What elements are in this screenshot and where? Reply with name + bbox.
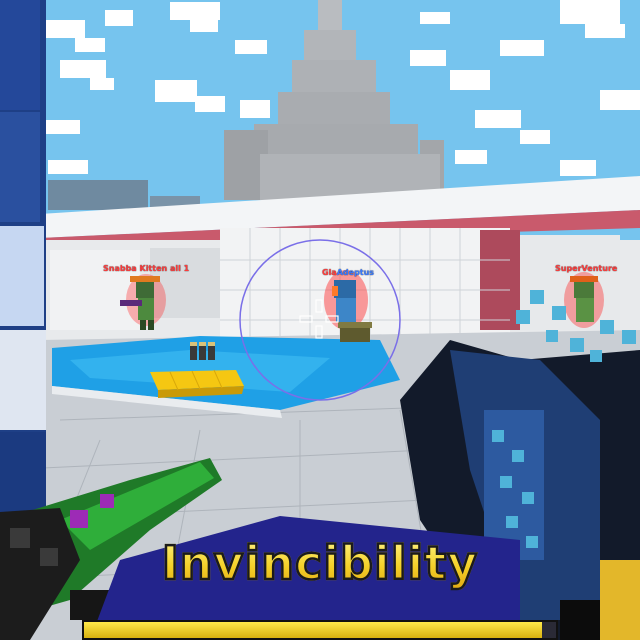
powerup-timer-bar (82, 620, 558, 640)
raft (150, 369, 244, 398)
player-name-right: SuperVenture (555, 264, 618, 273)
crosshair-icon (299, 299, 339, 339)
powerup-label: Invincibility (0, 535, 640, 592)
player-name-prefix: Gla (322, 268, 337, 277)
player-name-left: Snabba Kitten all 1 (103, 264, 190, 273)
left-pillar (0, 0, 46, 522)
ammo-pickup (190, 342, 215, 360)
enemy-right (564, 272, 604, 328)
powerup-timer-fill (84, 622, 542, 638)
player-name-center: Adeptus (336, 268, 375, 277)
player-name-center-group: GlaAdeptus (322, 260, 374, 279)
distant-building (48, 180, 148, 210)
